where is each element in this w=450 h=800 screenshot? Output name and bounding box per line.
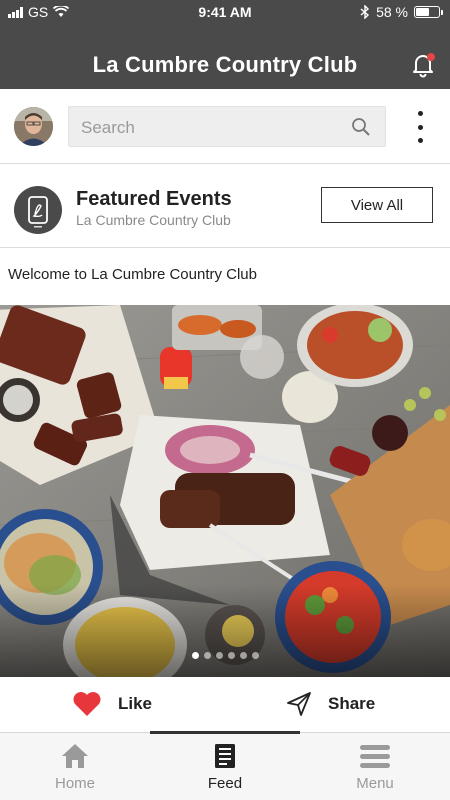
search-bar-row: Search — [0, 89, 450, 164]
menu-icon — [360, 745, 390, 768]
post-image[interactable] — [0, 305, 450, 677]
featured-title: Featured Events — [76, 188, 232, 210]
tab-home-label: Home — [54, 775, 95, 792]
tab-menu[interactable]: Menu — [300, 741, 450, 792]
tab-menu-label: Menu — [356, 775, 394, 792]
heart-icon — [73, 692, 101, 716]
tab-bar: Home Feed Menu — [0, 731, 450, 800]
app-header: GS 9:41 AM 58 % La Cumbre Country Club — [0, 0, 450, 89]
club-logo — [14, 186, 62, 234]
like-label: Like — [118, 694, 153, 713]
featured-subtitle: La Cumbre Country Club — [76, 212, 231, 228]
carousel-dot[interactable] — [251, 652, 259, 659]
avatar-photo — [14, 107, 53, 146]
carousel-dot[interactable] — [239, 652, 247, 659]
like-button[interactable]: Like — [72, 691, 152, 717]
status-bar: GS 9:41 AM 58 % — [0, 0, 450, 26]
page-title: La Cumbre Country Club — [92, 52, 358, 77]
feed-icon — [215, 744, 235, 768]
search-input[interactable]: Search — [68, 106, 386, 147]
notifications-button[interactable] — [410, 52, 436, 78]
carousel-dot[interactable] — [203, 652, 211, 659]
battery-icon — [414, 6, 443, 18]
tab-feed-label: Feed — [207, 775, 243, 792]
home-icon — [62, 744, 88, 768]
tab-feed[interactable]: Feed — [150, 741, 300, 792]
carousel-indicator[interactable] — [0, 652, 450, 659]
tab-home[interactable]: Home — [0, 741, 150, 792]
send-icon — [287, 692, 311, 716]
search-placeholder: Search — [81, 118, 135, 137]
food-photo — [0, 305, 450, 677]
bluetooth-icon — [360, 5, 370, 19]
carousel-dot[interactable] — [215, 652, 223, 659]
view-all-button[interactable]: View All — [321, 187, 433, 223]
featured-events-card: Featured Events La Cumbre Country Club V… — [0, 164, 450, 248]
carousel-dot[interactable] — [227, 652, 235, 659]
post-actions: Like Share — [0, 677, 450, 732]
avatar[interactable] — [14, 107, 53, 146]
active-tab-indicator — [150, 731, 300, 734]
search-icon[interactable] — [351, 117, 371, 137]
share-button[interactable]: Share — [286, 691, 375, 717]
battery-percent: 58 % — [376, 4, 408, 20]
post-text: Welcome to La Cumbre Country Club — [8, 266, 257, 283]
notification-badge — [427, 53, 435, 61]
status-right: 58 % — [360, 4, 443, 20]
carousel-dot[interactable] — [191, 652, 199, 659]
more-options-button[interactable] — [412, 111, 428, 143]
share-label: Share — [328, 694, 376, 713]
club-crest-icon — [28, 196, 48, 228]
